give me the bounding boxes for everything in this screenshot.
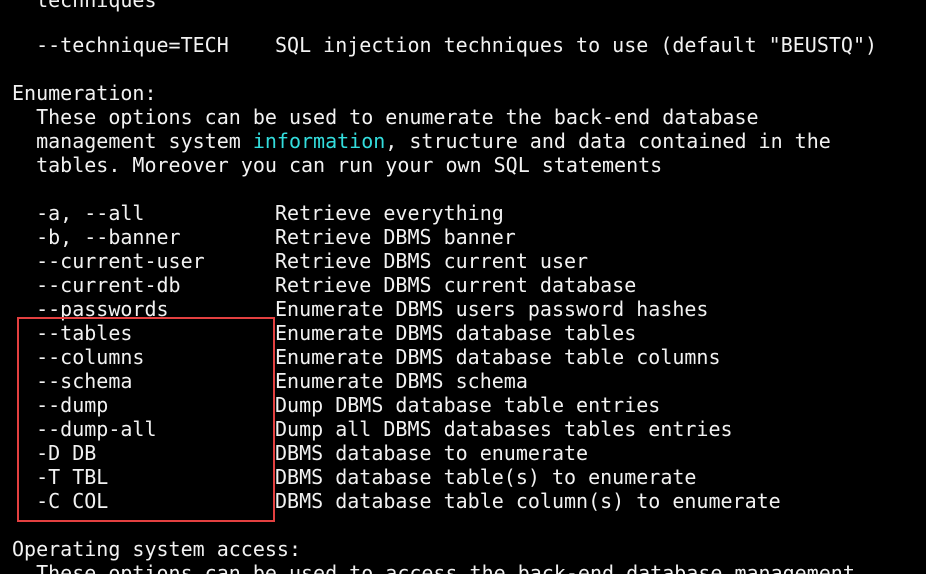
option-row: --dump-all Dump all DBMS databases table… — [12, 417, 732, 441]
partial-line-techniques: techniques — [12, 0, 157, 12]
option-description: Enumerate DBMS users password hashes — [275, 297, 709, 321]
option-flag: -a, --all — [12, 201, 145, 225]
option-row: -D DB DBMS database to enumerate — [12, 441, 588, 465]
option-row: --passwords Enumerate DBMS users passwor… — [12, 297, 708, 321]
option-description: DBMS database to enumerate — [275, 441, 589, 465]
option-flag: -b, --banner — [12, 225, 181, 249]
option-description: Retrieve DBMS current user — [275, 249, 589, 273]
enumeration-description-line-2: management system information, structure… — [12, 129, 831, 153]
option-description: Retrieve DBMS banner — [275, 225, 516, 249]
description-text: management system — [12, 129, 253, 153]
option-description: Dump DBMS database table entries — [275, 393, 661, 417]
os-access-description-line-1: These options can be used to access the … — [12, 561, 855, 574]
option-description: DBMS database table column(s) to enumera… — [275, 489, 781, 513]
option-flag: --columns — [12, 345, 145, 369]
option-flag: --schema — [12, 369, 133, 393]
enumeration-description-line-3: tables. Moreover you can run your own SQ… — [12, 153, 663, 177]
highlighted-word: information — [252, 129, 386, 153]
os-access-header: Operating system access: — [12, 537, 301, 561]
option-description: Retrieve everything — [275, 201, 504, 225]
option-row: --schema Enumerate DBMS schema — [12, 369, 528, 393]
option-description: Dump all DBMS databases tables entries — [275, 417, 733, 441]
option-flag: -C COL — [12, 489, 109, 513]
option-description: Enumerate DBMS database tables — [275, 321, 637, 345]
option-flag: --tables — [12, 321, 133, 345]
enumeration-header: Enumeration: — [12, 81, 157, 105]
option-row: -a, --all Retrieve everything — [12, 201, 504, 225]
option-flag: --dump — [12, 393, 109, 417]
description-text: , structure and data contained in the — [385, 129, 831, 153]
option-row: --tables Enumerate DBMS database tables — [12, 321, 636, 345]
option-flag: --current-user — [12, 249, 205, 273]
option-row: --columns Enumerate DBMS database table … — [12, 345, 720, 369]
option-row: -T TBL DBMS database table(s) to enumera… — [12, 465, 696, 489]
option-flag: -T TBL — [12, 465, 109, 489]
enumeration-description-line-1: These options can be used to enumerate t… — [12, 105, 759, 129]
option-row: --current-db Retrieve DBMS current datab… — [12, 273, 636, 297]
option-row: -C COL DBMS database table column(s) to … — [12, 489, 781, 513]
option-row: --current-user Retrieve DBMS current use… — [12, 249, 588, 273]
option-description: DBMS database table(s) to enumerate — [275, 465, 697, 489]
option-description: Retrieve DBMS current database — [275, 273, 637, 297]
option-flag: --passwords — [12, 297, 169, 321]
option-flag: --technique=TECH — [12, 33, 229, 57]
option-flag: --current-db — [12, 273, 181, 297]
option-row: -b, --banner Retrieve DBMS banner — [12, 225, 516, 249]
option-row: --dump Dump DBMS database table entries — [12, 393, 660, 417]
option-row-technique: --technique=TECH SQL injection technique… — [12, 33, 877, 57]
option-flag: --dump-all — [12, 417, 157, 441]
option-flag: -D DB — [12, 441, 97, 465]
option-description: Enumerate DBMS schema — [275, 369, 528, 393]
terminal-output[interactable]: techniques --technique=TECH SQL injectio… — [0, 0, 926, 574]
option-description: SQL injection techniques to use (default… — [275, 33, 878, 57]
option-description: Enumerate DBMS database table columns — [275, 345, 721, 369]
